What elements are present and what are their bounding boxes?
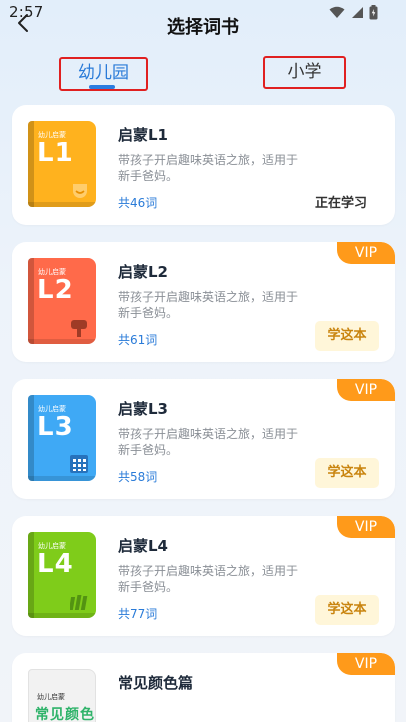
active-tab-indicator [89, 85, 115, 89]
vip-badge: VIP [337, 653, 395, 675]
learn-this-book-button[interactable]: 学这本 [315, 321, 379, 351]
calculator-icon [70, 455, 88, 473]
book-cover-l3: 幼儿启蒙 L3 [28, 395, 96, 481]
current-learning-label: 正在学习 [314, 196, 367, 211]
book-cover-level: L1 [37, 138, 74, 168]
tab-primary-school[interactable]: 小学 [263, 56, 346, 89]
smile-icon [73, 184, 87, 198]
books-icon [70, 595, 88, 610]
book-cover-level: 常见颜色 [35, 707, 95, 722]
book-cover-l2: 幼儿启蒙 L2 [28, 258, 96, 344]
learn-this-book-button[interactable]: 学这本 [315, 458, 379, 488]
book-cover-l4: 幼儿启蒙 L4 [28, 532, 96, 618]
word-count: 共46词 [118, 196, 158, 210]
book-cover-level: L2 [37, 275, 74, 305]
book-cover-colors: 幼儿启蒙 常见颜色 [28, 669, 96, 722]
word-count: 共58词 [118, 470, 158, 484]
learn-this-book-button[interactable]: 学这本 [315, 595, 379, 625]
card-title: 启蒙L2 [118, 263, 168, 281]
card-description: 带孩子开启趣味英语之旅，适用于新手爸妈。 [118, 290, 299, 320]
card-title: 启蒙L1 [118, 126, 168, 144]
page-title: 选择词书 [167, 17, 239, 38]
book-cover-level: L4 [37, 549, 74, 579]
vip-badge: VIP [337, 242, 395, 264]
book-card-l1[interactable]: 幼儿启蒙 L1 启蒙L1 带孩子开启趣味英语之旅，适用于新手爸妈。 共46词 正… [12, 105, 395, 225]
card-description: 带孩子开启趣味英语之旅，适用于新手爸妈。 [118, 564, 299, 594]
book-cover-l1: 幼儿启蒙 L1 [28, 121, 96, 207]
card-title: 启蒙L4 [118, 537, 168, 555]
card-title: 启蒙L3 [118, 400, 168, 418]
book-card-l4[interactable]: 幼儿启蒙 L4 VIP 启蒙L4 带孩子开启趣味英语之旅，适用于新手爸妈。 共7… [12, 516, 395, 636]
book-card-l3[interactable]: 幼儿启蒙 L3 VIP 启蒙L3 带孩子开启趣味英语之旅，适用于新手爸妈。 共5… [12, 379, 395, 499]
book-card-l2[interactable]: 幼儿启蒙 L2 VIP 启蒙L2 带孩子开启趣味英语之旅，适用于新手爸妈。 共6… [12, 242, 395, 362]
word-count: 共61词 [118, 333, 158, 347]
book-card-colors[interactable]: 幼儿启蒙 常见颜色 VIP 常见颜色篇 [12, 653, 395, 722]
book-cover-series: 幼儿启蒙 [37, 693, 65, 701]
vip-badge: VIP [337, 379, 395, 401]
card-title: 常见颜色篇 [118, 674, 194, 692]
card-description: 带孩子开启趣味英语之旅，适用于新手爸妈。 [118, 153, 299, 183]
vip-badge: VIP [337, 516, 395, 538]
word-count: 共77词 [118, 607, 158, 621]
book-cover-level: L3 [37, 412, 74, 442]
mailbox-icon [71, 320, 87, 337]
card-description: 带孩子开启趣味英语之旅，适用于新手爸妈。 [118, 427, 299, 457]
